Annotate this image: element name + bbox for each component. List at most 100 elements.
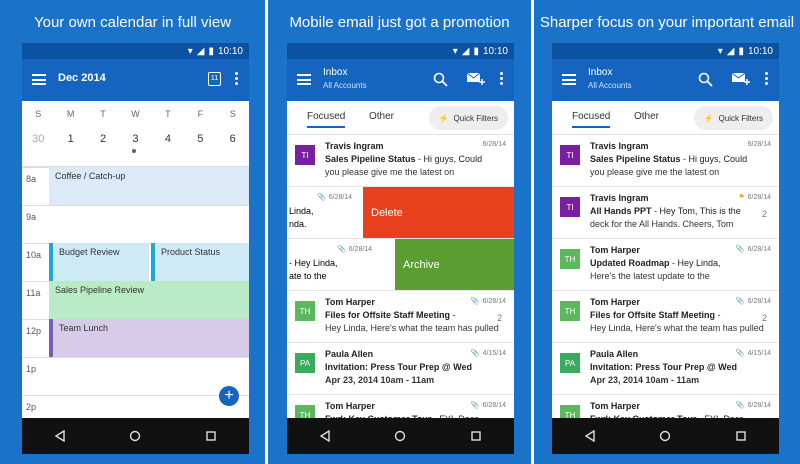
- date-cell[interactable]: 1: [54, 133, 86, 145]
- wifi-icon: ▾: [187, 45, 193, 57]
- preview: Apr 23, 2014 10am - 11am: [590, 375, 700, 385]
- sender: Paula Allen: [590, 349, 639, 359]
- sender: Travis Ingram: [325, 141, 384, 151]
- date: 📎 4/15/14: [735, 349, 771, 358]
- date-cell[interactable]: 5: [184, 133, 216, 145]
- preview: you please give me the latest on: [590, 167, 720, 177]
- more-options-icon[interactable]: [500, 72, 504, 88]
- preview: -: [450, 310, 456, 320]
- list-item-swiped-archive[interactable]: 📎 6/28/14 - Hey Linda, ate to the Archive: [287, 239, 514, 291]
- attachment-icon: 📎: [735, 350, 745, 357]
- list-item[interactable]: TH Tom Harper Files for Offsite Staff Me…: [552, 291, 779, 343]
- search-icon[interactable]: [433, 72, 448, 87]
- inbox-app-bar: Inbox All Accounts: [552, 59, 779, 101]
- tab-focused[interactable]: Focused: [307, 111, 346, 128]
- date-text: 4/15/14: [747, 349, 771, 357]
- weekday-row: S M T W T F S: [22, 109, 249, 119]
- day-timeline: 8a 9a 10a 11a 12p 1p 2p Coffee / Catch-u…: [22, 167, 249, 418]
- weekday-label: M: [66, 109, 75, 119]
- list-item[interactable]: TH Tom Harper Updated Roadmap - Hey Lind…: [552, 239, 779, 291]
- preview: deck for the All Hands. Cheers, Tom: [590, 219, 734, 229]
- subject: Updated Roadmap: [590, 258, 670, 268]
- quick-filters-button[interactable]: ⚡ Quick Filters: [428, 106, 508, 130]
- tab-underline: [307, 126, 346, 128]
- home-icon[interactable]: [129, 430, 141, 442]
- status-time: 10:10: [217, 45, 243, 57]
- subject-line: Sales Pipeline Status - Hi guys, Could: [325, 154, 482, 164]
- back-icon[interactable]: [584, 430, 596, 442]
- subject-line: Updated Roadmap - Hey Linda,: [590, 258, 721, 268]
- wifi-icon: ▾: [717, 45, 723, 57]
- sender: Tom Harper: [325, 401, 375, 411]
- event-budget-review[interactable]: Budget Review: [49, 243, 149, 281]
- list-item[interactable]: PA Paula Allen Invitation: Press Tour Pr…: [287, 343, 514, 395]
- subject: Invitation: Press Tour Prep @ Wed: [590, 362, 737, 372]
- tab-focused[interactable]: Focused: [572, 111, 611, 128]
- message-fragment: 📎 6/28/14 - Hey Linda, ate to the: [287, 239, 395, 290]
- date: 📎 6/28/14: [317, 193, 352, 202]
- date-text: 6/28/14: [747, 401, 771, 409]
- tab-label: Other: [369, 111, 395, 122]
- event-product-status[interactable]: Product Status: [151, 243, 249, 281]
- list-item[interactable]: TI Travis Ingram Sales Pipeline Status -…: [552, 135, 779, 187]
- android-nav-bar: [287, 418, 514, 454]
- today-icon[interactable]: 11: [208, 72, 221, 86]
- preview: - Hi guys, Could: [415, 154, 483, 164]
- tab-other[interactable]: Other: [634, 111, 659, 122]
- weekday-label: W: [131, 109, 140, 119]
- search-icon[interactable]: [698, 72, 713, 87]
- panel-focused: Sharper focus on your important email ▾ …: [534, 0, 800, 464]
- flag-icon[interactable]: ⚑: [738, 193, 744, 201]
- panel-calendar: Your own calendar in full view ▾ ◢ ▮ 10:…: [0, 0, 265, 464]
- status-bar: ▾ ◢ ▮ 10:10: [22, 43, 249, 59]
- list-item-swiped-delete[interactable]: 📎 6/28/14 Linda, nda. Delete: [287, 187, 514, 239]
- date-text: 6/28/14: [482, 297, 506, 305]
- subject: Invitation: Press Tour Prep @ Wed: [325, 362, 472, 372]
- event-title: Team Lunch: [59, 323, 109, 333]
- list-item[interactable]: TI Travis Ingram All Hands PPT - Hey Tom…: [552, 187, 779, 239]
- date-cell[interactable]: 6: [217, 133, 249, 145]
- delete-action[interactable]: Delete: [363, 187, 514, 238]
- event-team-lunch[interactable]: Team Lunch: [49, 319, 249, 357]
- tab-label: Other: [634, 111, 660, 122]
- more-options-icon[interactable]: [765, 72, 769, 88]
- quick-filters-label: Quick Filters: [718, 113, 763, 123]
- recent-apps-icon[interactable]: [735, 430, 747, 442]
- quick-filters-button[interactable]: ⚡ Quick Filters: [693, 106, 773, 130]
- inbox-subtitle: All Accounts: [588, 81, 632, 90]
- list-item[interactable]: TH Tom Harper Files for Offsite Staff Me…: [287, 291, 514, 343]
- status-bar: ▾ ◢ ▮ 10:10: [287, 43, 514, 59]
- event-title: Product Status: [161, 247, 221, 257]
- preview: - Hey Linda,: [669, 258, 721, 268]
- menu-icon[interactable]: [562, 74, 576, 85]
- tab-other[interactable]: Other: [369, 111, 394, 122]
- compose-icon[interactable]: [466, 71, 486, 86]
- home-icon[interactable]: [659, 430, 671, 442]
- date-cell[interactable]: 3: [119, 133, 151, 145]
- archive-action[interactable]: Archive: [395, 239, 514, 290]
- list-item[interactable]: PA Paula Allen Invitation: Press Tour Pr…: [552, 343, 779, 395]
- avatar: PA: [295, 353, 315, 373]
- preview: ate to the: [289, 271, 327, 281]
- subject-line: Invitation: Press Tour Prep @ Wed: [590, 362, 737, 372]
- date-cell[interactable]: 2: [87, 133, 119, 145]
- recent-apps-icon[interactable]: [470, 430, 482, 442]
- event-coffee[interactable]: Coffee / Catch-up: [49, 167, 249, 205]
- more-options-icon[interactable]: [235, 72, 239, 88]
- preview: Linda,: [289, 206, 314, 216]
- home-icon[interactable]: [394, 430, 406, 442]
- event-sales-pipeline[interactable]: Sales Pipeline Review: [49, 281, 249, 319]
- compose-icon[interactable]: [731, 71, 751, 86]
- panel-swipe: Mobile email just got a promotion ▾ ◢ ▮ …: [268, 0, 531, 464]
- menu-icon[interactable]: [297, 74, 311, 85]
- add-event-button[interactable]: +: [219, 386, 239, 406]
- recent-apps-icon[interactable]: [205, 430, 217, 442]
- date-cell[interactable]: 30: [22, 133, 54, 145]
- list-item[interactable]: TI Travis Ingram Sales Pipeline Status -…: [287, 135, 514, 187]
- date-cell[interactable]: 4: [152, 133, 184, 145]
- back-icon[interactable]: [54, 430, 66, 442]
- month-title[interactable]: Dec 2014: [58, 72, 106, 84]
- quick-filters-label: Quick Filters: [453, 113, 498, 123]
- back-icon[interactable]: [319, 430, 331, 442]
- menu-icon[interactable]: [32, 74, 46, 85]
